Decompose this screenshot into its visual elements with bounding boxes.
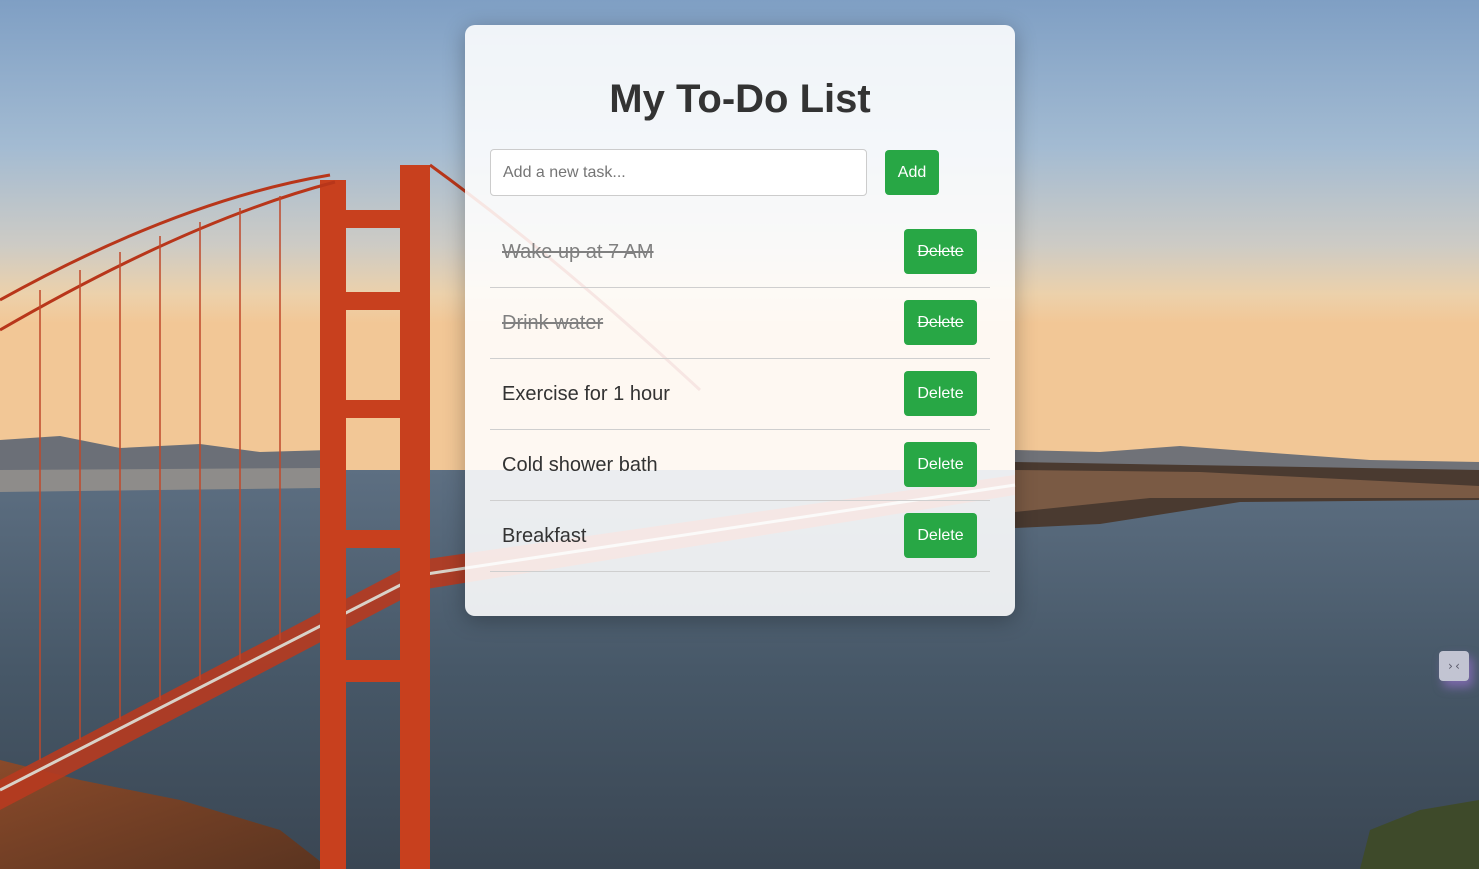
task-text[interactable]: Breakfast — [502, 501, 586, 571]
task-item[interactable]: Exercise for 1 hour Delete — [490, 359, 990, 430]
add-task-row: Add — [490, 149, 990, 197]
new-task-input[interactable] — [490, 149, 867, 196]
page-background: My To-Do List Add Wake up at 7 AM Delete… — [0, 0, 1479, 869]
todo-card: My To-Do List Add Wake up at 7 AM Delete… — [465, 25, 1015, 616]
add-button[interactable]: Add — [885, 150, 939, 195]
task-item[interactable]: Wake up at 7 AM Delete — [490, 217, 990, 288]
task-text[interactable]: Cold shower bath — [502, 430, 658, 500]
task-text[interactable]: Wake up at 7 AM — [502, 217, 654, 287]
delete-button[interactable]: Delete — [904, 371, 977, 416]
task-text[interactable]: Exercise for 1 hour — [502, 359, 670, 429]
delete-button[interactable]: Delete — [904, 300, 977, 345]
code-brackets-icon[interactable]: ›‹ — [1439, 651, 1469, 681]
task-item[interactable]: Cold shower bath Delete — [490, 430, 990, 501]
task-item[interactable]: Breakfast Delete — [490, 501, 990, 572]
task-item[interactable]: Drink water Delete — [490, 288, 990, 359]
delete-button[interactable]: Delete — [904, 229, 977, 274]
delete-button[interactable]: Delete — [904, 442, 977, 487]
task-text[interactable]: Drink water — [502, 288, 603, 358]
task-list: Wake up at 7 AM Delete Drink water Delet… — [490, 217, 990, 572]
delete-button[interactable]: Delete — [904, 513, 977, 558]
page-title: My To-Do List — [609, 77, 871, 121]
